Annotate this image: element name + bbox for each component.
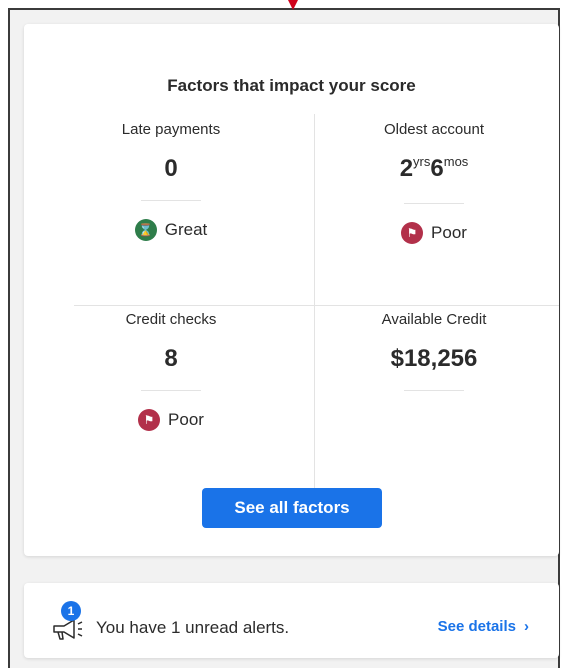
see-details-link[interactable]: See details › bbox=[438, 618, 529, 635]
rating-label: Poor bbox=[431, 223, 467, 242]
factor-value: 8 bbox=[164, 345, 178, 372]
factor-value: 2yrs6mos bbox=[314, 154, 554, 187]
card-title: Factors that impact your score bbox=[167, 76, 416, 95]
rating-label: Great bbox=[164, 220, 208, 239]
horizontal-divider bbox=[74, 305, 559, 306]
factor-rating: ⚑ Poor bbox=[314, 222, 554, 244]
years-value: 2 bbox=[399, 155, 414, 182]
factor-rating: ⌛ Great bbox=[51, 219, 291, 241]
flag-icon: ⚑ bbox=[401, 222, 424, 244]
factor-available-credit: Available Credit $18,256 bbox=[314, 311, 554, 391]
down-arrow-marker bbox=[288, 0, 298, 10]
factor-value: $18,256 bbox=[390, 345, 478, 372]
factor-late-payments: Late payments 0 ⌛ Great bbox=[51, 121, 291, 241]
months-unit: mos bbox=[443, 154, 469, 169]
flag-icon: ⚑ bbox=[138, 409, 161, 431]
factors-card: Factors that impact your score Late paym… bbox=[24, 24, 559, 556]
factor-label: Late payments bbox=[121, 121, 221, 138]
chevron-right-icon: › bbox=[524, 618, 529, 635]
see-details-label: See details bbox=[437, 618, 516, 635]
see-all-factors-button[interactable]: See all factors bbox=[202, 488, 382, 528]
alert-count-badge: 1 bbox=[61, 601, 81, 621]
hourglass-icon: ⌛ bbox=[134, 219, 157, 241]
divider bbox=[141, 390, 201, 391]
factor-oldest-account: Oldest account 2yrs6mos ⚑ Poor bbox=[314, 121, 554, 244]
divider bbox=[141, 200, 201, 201]
factor-label: Oldest account bbox=[383, 121, 485, 138]
factor-label: Available Credit bbox=[381, 311, 487, 328]
alerts-card[interactable]: 1 You have 1 unread alerts. See details … bbox=[24, 583, 559, 658]
rating-label: Poor bbox=[168, 410, 204, 429]
divider bbox=[404, 390, 464, 391]
years-unit: yrs bbox=[413, 154, 431, 169]
divider bbox=[404, 203, 464, 204]
factor-label: Credit checks bbox=[125, 311, 217, 328]
factor-rating: ⚑ Poor bbox=[51, 409, 291, 431]
factor-credit-checks: Credit checks 8 ⚑ Poor bbox=[51, 311, 291, 431]
alert-message: You have 1 unread alerts. bbox=[96, 618, 290, 637]
months-value: 6 bbox=[430, 155, 444, 182]
factor-value: 0 bbox=[164, 155, 178, 182]
